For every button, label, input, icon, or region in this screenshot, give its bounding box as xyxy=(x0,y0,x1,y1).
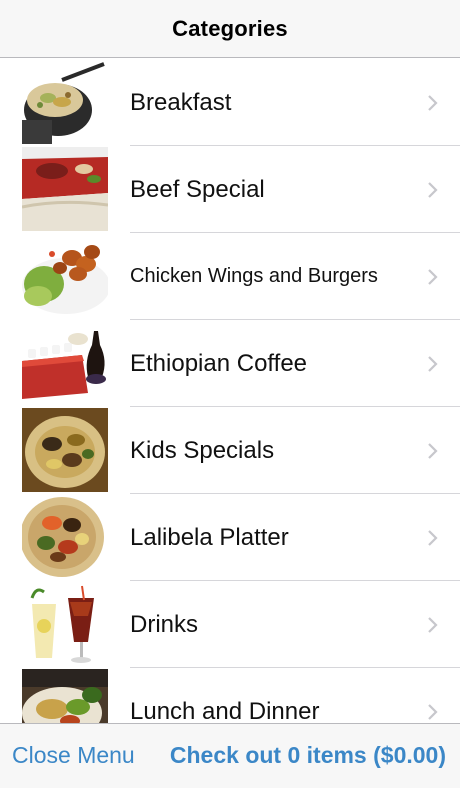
category-row-lunch-dinner[interactable]: Lunch and Dinner xyxy=(0,668,460,723)
kids-specials-photo xyxy=(22,408,108,492)
beef-special-photo xyxy=(22,147,108,231)
category-row-chicken-wings[interactable]: Chicken Wings and Burgers xyxy=(0,233,460,320)
category-label: Lalibela Platter xyxy=(130,524,289,551)
category-row-beef-special[interactable]: Beef Special xyxy=(0,146,460,233)
chevron-right-icon xyxy=(426,443,440,459)
category-label: Drinks xyxy=(130,611,199,638)
category-list[interactable]: Breakfast Beef Special Chicken Wings and… xyxy=(0,59,460,723)
category-row-drinks[interactable]: Drinks xyxy=(0,581,460,668)
category-label: Ethiopian Coffee xyxy=(130,350,308,377)
chevron-right-icon xyxy=(426,182,440,198)
chevron-right-icon xyxy=(426,95,440,111)
ethiopian-coffee-photo xyxy=(22,321,108,405)
breakfast-photo xyxy=(22,60,108,144)
chevron-right-icon xyxy=(426,704,440,720)
drinks-photo xyxy=(22,582,108,666)
chevron-right-icon xyxy=(426,356,440,372)
category-label: Breakfast xyxy=(130,89,232,116)
navigation-bar: Categories xyxy=(0,0,460,58)
bottom-toolbar: Close Menu Check out 0 items ($0.00) xyxy=(0,723,460,788)
chevron-right-icon xyxy=(426,269,440,285)
category-label: Kids Specials xyxy=(130,437,275,464)
page-title: Categories xyxy=(172,15,288,41)
category-row-breakfast[interactable]: Breakfast xyxy=(0,59,460,146)
category-label: Chicken Wings and Burgers xyxy=(130,265,378,287)
close-menu-button[interactable]: Close Menu xyxy=(12,742,135,769)
category-label: Beef Special xyxy=(130,176,265,203)
category-row-kids-specials[interactable]: Kids Specials xyxy=(0,407,460,494)
category-row-lalibela-platter[interactable]: Lalibela Platter xyxy=(0,494,460,581)
chevron-right-icon xyxy=(426,530,440,546)
lunch-dinner-photo xyxy=(22,669,108,723)
checkout-button[interactable]: Check out 0 items ($0.00) xyxy=(170,742,446,769)
lalibela-platter-photo xyxy=(22,495,108,579)
chevron-right-icon xyxy=(426,617,440,633)
chicken-wings-photo xyxy=(22,234,108,318)
category-row-ethiopian-coffee[interactable]: Ethiopian Coffee xyxy=(0,320,460,407)
category-label: Lunch and Dinner xyxy=(130,698,320,723)
